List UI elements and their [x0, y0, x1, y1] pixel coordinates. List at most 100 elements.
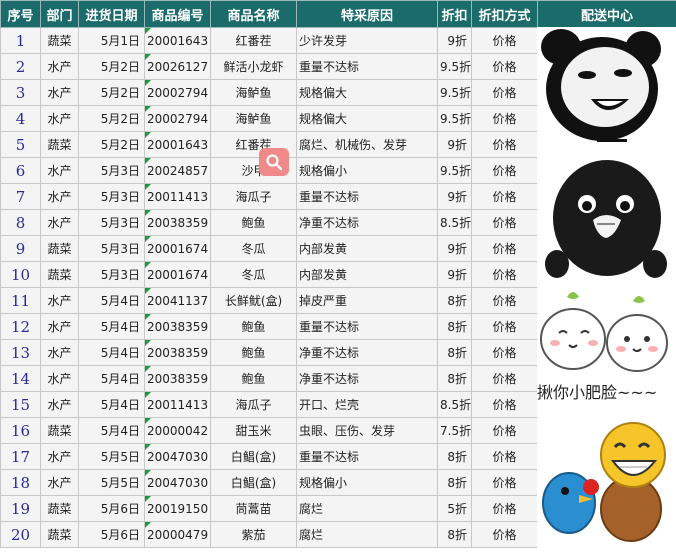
cell-date[interactable]: 5月2日 [78, 131, 145, 158]
cell-method[interactable]: 价格 [471, 495, 538, 522]
cell-dept[interactable]: 水产 [40, 183, 79, 210]
cell-date[interactable]: 5月3日 [78, 209, 145, 236]
cell-code[interactable]: 20002794 [144, 79, 211, 106]
cell-dept[interactable]: 蔬菜 [40, 417, 79, 444]
cell-reason[interactable]: 重量不达标 [296, 313, 438, 340]
cell-name[interactable]: 海瓜子 [210, 183, 297, 210]
cell-method[interactable]: 价格 [471, 105, 538, 132]
cell-name[interactable]: 白鲳(盒) [210, 469, 297, 496]
cell-discount[interactable]: 8折 [437, 313, 472, 340]
col-header-date[interactable]: 进货日期 [78, 0, 145, 28]
cell-method[interactable]: 价格 [471, 261, 538, 288]
cell-dept[interactable]: 水产 [40, 339, 79, 366]
cell-code[interactable]: 20002794 [144, 105, 211, 132]
cell-name[interactable]: 冬瓜 [210, 235, 297, 262]
cell-index[interactable]: 4 [0, 105, 41, 132]
search-button[interactable] [259, 148, 289, 176]
cell-dept[interactable]: 水产 [40, 287, 79, 314]
cell-date[interactable]: 5月3日 [78, 261, 145, 288]
cell-index[interactable]: 6 [0, 157, 41, 184]
cell-method[interactable]: 价格 [471, 521, 538, 548]
cell-index[interactable]: 7 [0, 183, 41, 210]
cell-reason[interactable]: 规格偏小 [296, 469, 438, 496]
cell-index[interactable]: 17 [0, 443, 41, 470]
cell-code[interactable]: 20038359 [144, 209, 211, 236]
cell-index[interactable]: 11 [0, 287, 41, 314]
cell-date[interactable]: 5月6日 [78, 521, 145, 548]
cell-discount[interactable]: 8折 [437, 521, 472, 548]
cell-index[interactable]: 14 [0, 365, 41, 392]
cell-method[interactable]: 价格 [471, 131, 538, 158]
cell-reason[interactable]: 开口、烂壳 [296, 391, 438, 418]
col-header-name[interactable]: 商品名称 [210, 0, 297, 28]
cell-name[interactable]: 鲍鱼 [210, 313, 297, 340]
cell-discount[interactable]: 8折 [437, 469, 472, 496]
cell-code[interactable]: 20019150 [144, 495, 211, 522]
cell-code[interactable]: 20000042 [144, 417, 211, 444]
cell-name[interactable]: 紫茄 [210, 521, 297, 548]
cell-index[interactable]: 20 [0, 521, 41, 548]
cell-discount[interactable]: 8.5折 [437, 209, 472, 236]
cell-dept[interactable]: 水产 [40, 469, 79, 496]
cell-date[interactable]: 5月3日 [78, 183, 145, 210]
cell-index[interactable]: 1 [0, 27, 41, 54]
cell-name[interactable]: 鲍鱼 [210, 365, 297, 392]
cell-reason[interactable]: 腐烂 [296, 521, 438, 548]
cell-dept[interactable]: 水产 [40, 209, 79, 236]
cell-reason[interactable]: 掉皮严重 [296, 287, 438, 314]
cell-date[interactable]: 5月2日 [78, 79, 145, 106]
cell-index[interactable]: 12 [0, 313, 41, 340]
cell-date[interactable]: 5月4日 [78, 365, 145, 392]
cell-code[interactable]: 20038359 [144, 313, 211, 340]
cell-method[interactable]: 价格 [471, 53, 538, 80]
cell-code[interactable]: 20001643 [144, 27, 211, 54]
cell-code[interactable]: 20001643 [144, 131, 211, 158]
cell-date[interactable]: 5月2日 [78, 105, 145, 132]
cell-reason[interactable]: 规格偏大 [296, 79, 438, 106]
cell-code[interactable]: 20011413 [144, 391, 211, 418]
cell-dept[interactable]: 蔬菜 [40, 27, 79, 54]
cell-code[interactable]: 20041137 [144, 287, 211, 314]
cell-index[interactable]: 3 [0, 79, 41, 106]
cell-reason[interactable]: 内部发黄 [296, 235, 438, 262]
cell-index[interactable]: 10 [0, 261, 41, 288]
cell-method[interactable]: 价格 [471, 209, 538, 236]
cell-name[interactable]: 茼蒿苗 [210, 495, 297, 522]
cell-method[interactable]: 价格 [471, 183, 538, 210]
cell-method[interactable]: 价格 [471, 27, 538, 54]
cell-reason[interactable]: 腐烂、机械伤、发芽 [296, 131, 438, 158]
cell-date[interactable]: 5月4日 [78, 313, 145, 340]
cell-discount[interactable]: 8折 [437, 443, 472, 470]
cell-discount[interactable]: 9.5折 [437, 157, 472, 184]
cell-discount[interactable]: 9折 [437, 261, 472, 288]
cell-name[interactable]: 鲍鱼 [210, 339, 297, 366]
cell-date[interactable]: 5月2日 [78, 53, 145, 80]
cell-discount[interactable]: 9折 [437, 131, 472, 158]
cell-discount[interactable]: 8.5折 [437, 391, 472, 418]
cell-dept[interactable]: 水产 [40, 79, 79, 106]
cell-date[interactable]: 5月4日 [78, 287, 145, 314]
cell-name[interactable]: 红番茬 [210, 27, 297, 54]
cell-index[interactable]: 18 [0, 469, 41, 496]
cell-reason[interactable]: 少许发芽 [296, 27, 438, 54]
cell-discount[interactable]: 9.5折 [437, 79, 472, 106]
cell-name[interactable]: 冬瓜 [210, 261, 297, 288]
cell-date[interactable]: 5月4日 [78, 339, 145, 366]
cell-dept[interactable]: 水产 [40, 105, 79, 132]
cell-index[interactable]: 5 [0, 131, 41, 158]
cell-reason[interactable]: 内部发黄 [296, 261, 438, 288]
cell-name[interactable]: 鲜活小龙虾 [210, 53, 297, 80]
cell-index[interactable]: 15 [0, 391, 41, 418]
cell-date[interactable]: 5月3日 [78, 235, 145, 262]
col-header-code[interactable]: 商品编号 [144, 0, 211, 28]
cell-date[interactable]: 5月6日 [78, 495, 145, 522]
cell-date[interactable]: 5月5日 [78, 443, 145, 470]
cell-method[interactable]: 价格 [471, 79, 538, 106]
cell-reason[interactable]: 规格偏小 [296, 157, 438, 184]
cell-dept[interactable]: 水产 [40, 157, 79, 184]
cell-dept[interactable]: 蔬菜 [40, 235, 79, 262]
cell-method[interactable]: 价格 [471, 417, 538, 444]
cell-date[interactable]: 5月4日 [78, 417, 145, 444]
cell-discount[interactable]: 9折 [437, 235, 472, 262]
cell-name[interactable]: 长鲜鱿(盒) [210, 287, 297, 314]
